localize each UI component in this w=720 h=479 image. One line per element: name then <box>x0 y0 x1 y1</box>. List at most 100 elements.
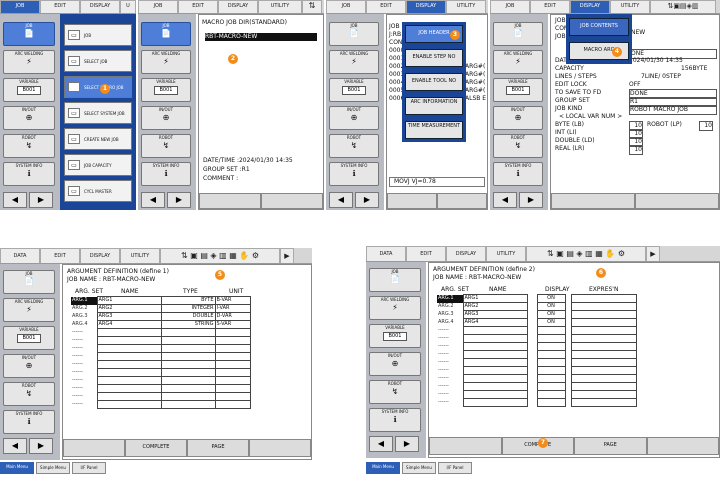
submenu-job-capacity[interactable]: ▭ JOB CAPACITY <box>64 154 132 176</box>
complete-button[interactable]: COMPLETE <box>125 439 187 457</box>
bottom-btn[interactable] <box>199 193 261 209</box>
tab-display[interactable]: DISPLAY <box>80 248 120 263</box>
arg-display[interactable]: ON <box>536 294 566 303</box>
popup-arc-information[interactable]: ARC INFORMATION <box>405 97 463 115</box>
menu-job[interactable]: JOB 📄 <box>141 22 191 46</box>
tab-utility[interactable]: UTILITY <box>120 248 160 263</box>
nav-right-icon[interactable]: ▶ <box>355 192 379 208</box>
tab-edit[interactable]: EDIT <box>178 0 218 13</box>
menu-job[interactable]: JOB 📄 <box>3 22 55 46</box>
toolbar-icons[interactable]: ⇅ ▣ ▤ ◈ ▥ ▦ ✋ ⚙ <box>526 246 646 261</box>
nav-left-icon[interactable]: ◀ <box>493 192 517 208</box>
arg-display[interactable]: ON <box>536 302 566 311</box>
header-value[interactable]: 10 <box>629 145 643 155</box>
arg-expression[interactable] <box>570 302 637 311</box>
menu-robot[interactable]: ROBOT ↯ <box>141 134 191 158</box>
menu-arc-welding[interactable]: ARC WELDING ⚡ <box>329 50 379 74</box>
page-button[interactable]: PAGE <box>187 439 249 457</box>
tab-edit[interactable]: EDIT <box>366 0 406 13</box>
arg-name[interactable]: ARG2 <box>462 302 528 311</box>
menu-system-info[interactable]: SYSTEM INFO ℹ <box>3 410 55 434</box>
menu-job[interactable]: JOB 📄 <box>369 268 421 292</box>
footer-main-menu[interactable]: Main Menu <box>0 462 34 474</box>
nav-left-icon[interactable]: ◀ <box>141 192 165 208</box>
menu-variable[interactable]: VARIABLE B001 <box>3 326 55 350</box>
popup-enable-step-no[interactable]: ENABLE STEP NO <box>405 49 463 67</box>
arg-unit[interactable]: I-VAR <box>214 304 251 313</box>
menu-variable[interactable]: VARIABLE B001 <box>493 78 543 102</box>
table-row[interactable]: ARG.1 ARG1 BYTE B-VAR <box>71 296 251 305</box>
menu-in-out[interactable]: IN/OUT ⊕ <box>493 106 543 130</box>
tab-data[interactable]: DATA <box>366 246 406 261</box>
menu-in-out[interactable]: IN/OUT ⊕ <box>141 106 191 130</box>
nav-left-icon[interactable]: ◀ <box>329 192 353 208</box>
arg-unit[interactable]: S-VAR <box>214 320 251 329</box>
footer-if-panel[interactable]: I/F Panel <box>438 462 472 474</box>
tab-job[interactable]: JOB <box>490 0 530 13</box>
menu-system-info[interactable]: SYSTEM INFO ℹ <box>3 162 55 186</box>
popup-job-contents[interactable]: JOB CONTENTS <box>569 18 629 36</box>
nav-right-icon[interactable]: ▶ <box>395 436 419 452</box>
arg-type[interactable]: DOUBLE <box>160 312 216 321</box>
menu-system-info[interactable]: SYSTEM INFO ℹ <box>493 162 543 186</box>
arg-unit[interactable]: D-VAR <box>214 312 251 321</box>
tab-display[interactable]: DISPLAY <box>218 0 258 13</box>
menu-robot[interactable]: ROBOT ↯ <box>3 134 55 158</box>
tab-display[interactable]: DISPLAY <box>570 0 610 13</box>
nav-left-icon[interactable]: ◀ <box>3 438 27 454</box>
nav-right-icon[interactable]: ▶ <box>29 192 53 208</box>
menu-job[interactable]: JOB 📄 <box>329 22 379 46</box>
menu-variable[interactable]: VARIABLE B001 <box>329 78 379 102</box>
menu-in-out[interactable]: IN/OUT ⊕ <box>3 354 55 378</box>
table-row[interactable]: ARG.4 ARG4 STRING S-VAR <box>71 320 251 329</box>
submenu-select-macro-job[interactable]: ▭SELECT MACRO JOB <box>64 76 132 98</box>
footer-if-panel[interactable]: I/F Panel <box>72 462 106 474</box>
bottom-btn[interactable] <box>387 193 437 209</box>
bottom-btn[interactable] <box>551 193 635 209</box>
submenu-create-new-job[interactable]: ▭ CREATE NEW JOB <box>64 128 132 150</box>
tab-job[interactable]: JOB <box>326 0 366 13</box>
menu-in-out[interactable]: IN/OUT ⊕ <box>369 352 421 376</box>
tab-edit[interactable]: EDIT <box>406 246 446 261</box>
tab-job[interactable]: JOB <box>0 0 40 13</box>
bottom-btn[interactable] <box>646 437 719 455</box>
nav-right-icon[interactable]: ▶ <box>29 438 53 454</box>
footer-simple-menu[interactable]: Simple Menu <box>36 462 70 474</box>
menu-arc-welding[interactable]: ARC WELDING ⚡ <box>493 50 543 74</box>
menu-system-info[interactable]: SYSTEM INFO ℹ <box>141 162 191 186</box>
nav-right-icon[interactable]: ▶ <box>167 192 191 208</box>
menu-arc-welding[interactable]: ARC WELDING ⚡ <box>3 298 55 322</box>
arg-display[interactable]: ON <box>536 318 566 327</box>
arg-name[interactable]: ARG1 <box>462 294 528 303</box>
menu-in-out[interactable]: IN/OUT ⊕ <box>329 106 379 130</box>
toolbar-icon[interactable]: ⇅ <box>302 0 322 13</box>
bottom-btn[interactable] <box>635 193 719 209</box>
menu-job[interactable]: JOB 📄 <box>493 22 543 46</box>
tab-display[interactable]: DISPLAY <box>80 0 120 13</box>
nav-right-icon[interactable]: ▶ <box>519 192 543 208</box>
arg-type[interactable]: STRING <box>160 320 216 329</box>
menu-in-out[interactable]: IN/OUT ⊕ <box>3 106 55 130</box>
macro-job-item[interactable]: RBT-MACRO-NEW <box>205 33 317 41</box>
bottom-btn[interactable] <box>63 439 125 457</box>
submenu-job[interactable]: ▭ JOB <box>64 24 132 46</box>
tab-edit[interactable]: EDIT <box>40 248 80 263</box>
arg-display[interactable]: ON <box>536 310 566 319</box>
tab-display[interactable]: DISPLAY <box>406 0 446 13</box>
menu-arc-welding[interactable]: ARC WELDING ⚡ <box>141 50 191 74</box>
arg-name[interactable]: ARG4 <box>96 320 162 329</box>
popup-enable-tool-no[interactable]: ENABLE TOOL NO <box>405 73 463 91</box>
tab-display[interactable]: DISPLAY <box>446 246 486 261</box>
footer-main-menu[interactable]: Main Menu <box>366 462 400 474</box>
input-line[interactable]: MOVJ VJ=0.78 <box>389 177 485 187</box>
bottom-btn[interactable] <box>429 437 502 455</box>
menu-variable[interactable]: VARIABLE B001 <box>3 78 55 102</box>
header-value[interactable]: 10 <box>699 121 713 131</box>
tab-edit[interactable]: EDIT <box>40 0 80 13</box>
table-row[interactable]: ARG.2 ARG2 INTEGER I-VAR <box>71 304 251 313</box>
bottom-btn[interactable] <box>261 193 323 209</box>
tab-utility[interactable]: UTILITY <box>610 0 650 13</box>
footer-simple-menu[interactable]: Simple Menu <box>402 462 436 474</box>
menu-arc-welding[interactable]: ARC WELDING ⚡ <box>369 296 421 320</box>
submenu-select-system-job[interactable]: ▭ SELECT SYSTEM JOB <box>64 102 132 124</box>
